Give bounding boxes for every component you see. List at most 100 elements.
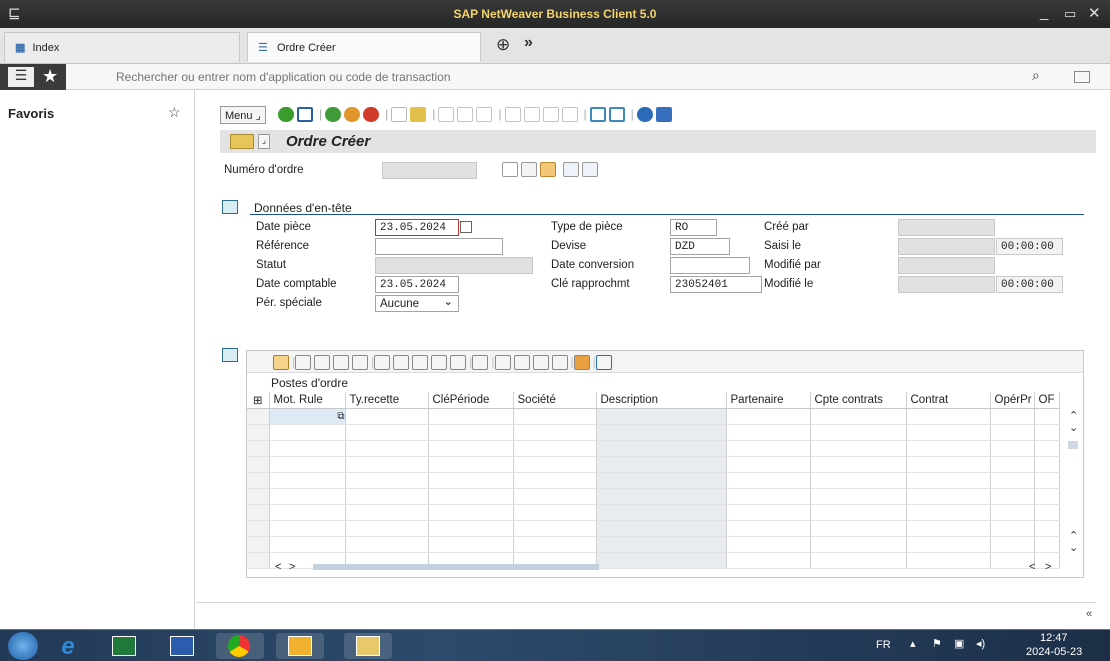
col-header[interactable]: OF	[1034, 392, 1060, 409]
table-cell[interactable]	[906, 424, 991, 441]
exit-icon[interactable]	[344, 107, 361, 123]
table-cell[interactable]	[906, 456, 991, 473]
table-cell[interactable]	[1034, 472, 1060, 489]
start-button-icon[interactable]	[8, 632, 38, 660]
table-cell[interactable]	[1034, 536, 1060, 553]
table-cell[interactable]	[990, 456, 1035, 473]
table-row[interactable]	[247, 440, 1060, 457]
table-cell[interactable]	[596, 408, 727, 425]
table-cell[interactable]	[990, 424, 1035, 441]
previous-page-icon[interactable]	[523, 107, 540, 123]
calendar-icon[interactable]	[460, 221, 472, 233]
print-icon[interactable]	[494, 355, 511, 371]
chrome-icon[interactable]	[216, 633, 264, 659]
table-cell[interactable]	[810, 504, 907, 521]
saisi-le-time[interactable]: 00:00:00	[996, 238, 1063, 255]
table-cell[interactable]	[269, 440, 346, 457]
table-cell[interactable]	[1034, 424, 1060, 441]
table-cell[interactable]	[990, 488, 1035, 505]
statut-field[interactable]	[375, 257, 533, 274]
col-header[interactable]: OpérPr	[990, 392, 1035, 409]
table-cell[interactable]	[345, 456, 429, 473]
table-cell[interactable]	[1034, 440, 1060, 457]
save-icon[interactable]	[297, 107, 313, 123]
find-icon[interactable]	[412, 355, 429, 371]
language-indicator[interactable]: FR	[876, 639, 891, 651]
back-icon[interactable]	[325, 107, 342, 123]
copy-icon[interactable]	[391, 107, 408, 123]
table-cell[interactable]	[726, 440, 811, 457]
table-cell[interactable]	[810, 552, 907, 569]
table-cell[interactable]	[345, 488, 429, 505]
cancel-icon[interactable]	[363, 107, 380, 123]
table-cell[interactable]	[1034, 520, 1060, 537]
table-row[interactable]: ⧉	[247, 408, 1060, 425]
table-cell[interactable]	[810, 520, 907, 537]
table-cell[interactable]	[726, 504, 811, 521]
table-cell[interactable]	[596, 552, 727, 569]
add-favorite-icon[interactable]: ☆	[168, 104, 181, 121]
append-row-icon[interactable]	[295, 355, 312, 371]
maximize-icon[interactable]: ▭	[1064, 6, 1076, 22]
pencil-icon[interactable]	[563, 162, 579, 178]
scroll-right-icon[interactable]: >	[1045, 561, 1051, 573]
table-cell[interactable]	[726, 456, 811, 473]
col-header[interactable]: CléPériode	[428, 392, 514, 409]
row-selector[interactable]	[247, 552, 270, 569]
favorites-star-icon[interactable]: ★	[42, 66, 58, 87]
date-comptable-field[interactable]: 23.05.2024	[375, 276, 459, 293]
chevron-right-icon[interactable]: »	[524, 34, 533, 52]
table-cell[interactable]	[596, 488, 727, 505]
table-cell[interactable]	[269, 424, 346, 441]
find-icon[interactable]	[457, 107, 474, 123]
table-cell[interactable]	[990, 440, 1035, 457]
cle-rapprochmt-field[interactable]: 23052401	[670, 276, 762, 293]
table-cell[interactable]	[428, 456, 514, 473]
next-page-icon[interactable]	[542, 107, 559, 123]
row-selector[interactable]	[247, 408, 270, 425]
sort-desc-icon[interactable]	[393, 355, 410, 371]
col-header[interactable]: Ty.recette	[345, 392, 429, 409]
table-cell[interactable]	[906, 488, 991, 505]
table-cell[interactable]	[345, 408, 429, 425]
table-cell[interactable]	[269, 488, 346, 505]
table-cell[interactable]	[1034, 456, 1060, 473]
table-cell[interactable]	[906, 472, 991, 489]
scroll-left-icon[interactable]: <	[1029, 561, 1035, 573]
table-cell[interactable]	[1034, 488, 1060, 505]
modifie-par-field[interactable]	[898, 257, 995, 274]
table-cell[interactable]	[428, 536, 514, 553]
info-icon[interactable]	[595, 355, 612, 371]
clock-date[interactable]: 2024-05-23	[1026, 646, 1082, 658]
row-selector[interactable]	[247, 488, 270, 505]
col-header[interactable]: Cpte contrats	[810, 392, 907, 409]
network-icon[interactable]: ▣	[954, 637, 964, 650]
row-selector[interactable]	[247, 424, 270, 441]
row-selector[interactable]	[247, 520, 270, 537]
first-page-icon[interactable]	[504, 107, 521, 123]
table-cell[interactable]	[596, 424, 727, 441]
table-cell[interactable]	[906, 408, 991, 425]
table-cell[interactable]	[428, 424, 514, 441]
help-icon[interactable]	[636, 107, 653, 123]
modifie-le-field[interactable]	[898, 276, 995, 293]
table-cell[interactable]	[596, 456, 727, 473]
scroll-right-icon[interactable]: >	[289, 561, 295, 573]
table-row[interactable]	[247, 520, 1060, 537]
table-cell[interactable]	[428, 440, 514, 457]
table-cell[interactable]	[906, 552, 991, 569]
table-cell[interactable]	[513, 424, 597, 441]
table-cell[interactable]	[269, 504, 346, 521]
search-input[interactable]	[116, 67, 1006, 87]
flag-icon[interactable]: ⚑	[932, 637, 942, 650]
sap-client-icon[interactable]	[276, 633, 324, 659]
other-order-icon[interactable]	[230, 134, 254, 149]
table-cell[interactable]	[345, 520, 429, 537]
views-icon[interactable]	[513, 355, 530, 371]
per-speciale-select[interactable]: Aucune ⌄	[375, 295, 459, 312]
table-cell[interactable]	[990, 552, 1035, 569]
table-cell[interactable]	[726, 472, 811, 489]
reference-field[interactable]	[375, 238, 503, 255]
internet-explorer-icon[interactable]: e	[44, 633, 92, 660]
table-cell[interactable]	[513, 440, 597, 457]
